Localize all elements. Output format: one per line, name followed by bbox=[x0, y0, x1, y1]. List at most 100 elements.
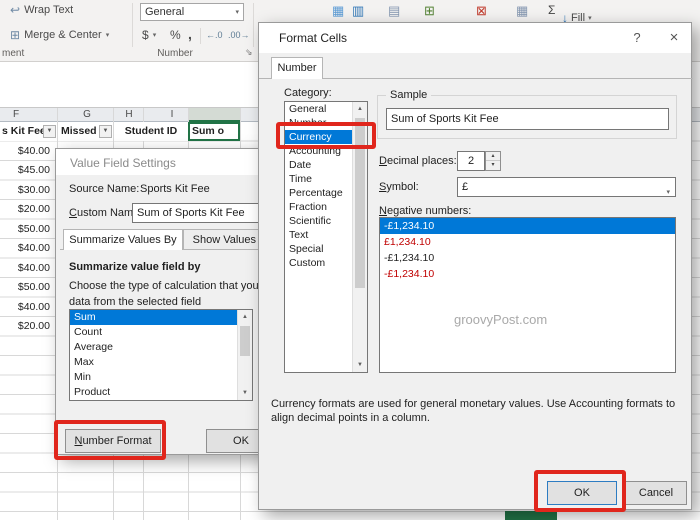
merge-center-label: Merge & Center bbox=[24, 29, 102, 41]
option-average[interactable]: Average bbox=[70, 340, 237, 355]
cancel-button[interactable]: Cancel bbox=[625, 481, 687, 505]
decimal-places-stepper: ▴ ▾ bbox=[485, 151, 501, 171]
annotation-currency bbox=[276, 122, 376, 149]
conditional-formatting-icon[interactable]: ▦ bbox=[332, 3, 344, 19]
cell-styles-icon[interactable]: ▤ bbox=[388, 3, 400, 19]
insert-cells-icon[interactable]: ⊞ bbox=[424, 3, 435, 19]
option-product[interactable]: Product bbox=[70, 385, 237, 400]
cell-value[interactable]: $20.00 bbox=[0, 317, 53, 336]
category-special[interactable]: Special bbox=[285, 242, 352, 256]
source-name-value: Sports Kit Fee bbox=[140, 183, 210, 195]
tab-number[interactable]: Number bbox=[271, 57, 323, 79]
wrap-text-label: Wrap Text bbox=[24, 4, 74, 16]
column-header-i[interactable]: I bbox=[164, 108, 180, 122]
category-scientific[interactable]: Scientific bbox=[285, 214, 352, 228]
scroll-down-icon[interactable]: ▼ bbox=[353, 358, 367, 372]
increase-decimal-icon: ←.0 bbox=[206, 30, 223, 40]
tab-divider bbox=[259, 78, 693, 79]
increase-decimal-button[interactable]: ←.0 bbox=[206, 30, 223, 40]
decrease-decimal-button[interactable]: .00→ bbox=[228, 30, 250, 40]
cell-value[interactable]: $30.00 bbox=[0, 181, 53, 200]
source-name-label: Source Name: bbox=[69, 183, 140, 195]
cell-value[interactable]: $45.00 bbox=[0, 161, 53, 180]
scroll-down-icon[interactable]: ▼ bbox=[238, 386, 252, 400]
autosum-icon[interactable]: Σ bbox=[548, 3, 555, 17]
cell-value[interactable]: $40.00 bbox=[0, 142, 53, 161]
decimal-places-label: Decimal places: bbox=[379, 155, 457, 167]
header-cell-label: Sum o bbox=[192, 125, 225, 137]
decimal-places-input[interactable]: 2 bbox=[457, 151, 485, 171]
selected-column-header[interactable] bbox=[188, 108, 240, 122]
column-header-f[interactable]: F bbox=[8, 108, 24, 122]
column-header-g[interactable]: G bbox=[79, 108, 95, 122]
option-count[interactable]: Count bbox=[70, 325, 237, 340]
filter-dropdown-icon[interactable]: ▼ bbox=[99, 125, 112, 138]
cell-value[interactable]: $40.00 bbox=[0, 259, 53, 278]
merge-center-icon: ⊞ bbox=[10, 28, 21, 42]
excel-window: ↩ Wrap Text ⊞ Merge & Center ▾ General ▾… bbox=[0, 0, 700, 520]
category-general[interactable]: General bbox=[285, 102, 352, 116]
negative-format-option[interactable]: -£1,234.10 bbox=[380, 250, 675, 266]
close-button[interactable]: × bbox=[661, 28, 687, 48]
cancel-label: Cancel bbox=[638, 487, 674, 499]
header-cell-label: Student ID bbox=[124, 125, 178, 137]
category-text[interactable]: Text bbox=[285, 228, 352, 242]
cell-value[interactable]: $40.00 bbox=[0, 298, 53, 317]
cell-value[interactable]: $50.00 bbox=[0, 220, 53, 239]
scroll-thumb[interactable] bbox=[240, 326, 250, 356]
cell-value[interactable]: $20.00 bbox=[0, 200, 53, 219]
selected-cell-sum-of[interactable]: Sum o bbox=[188, 122, 240, 141]
option-max[interactable]: Max bbox=[70, 355, 237, 370]
vfs-list-scrollbar[interactable]: ▲ ▼ bbox=[237, 310, 252, 400]
delete-cells-icon[interactable]: ⊠ bbox=[476, 3, 487, 19]
negative-numbers-label: Negative numbers: bbox=[379, 205, 472, 217]
stepper-up-icon[interactable]: ▴ bbox=[486, 152, 500, 161]
symbol-select[interactable]: £ ▾ bbox=[457, 177, 676, 197]
negative-format-option[interactable]: -£1,234.10 bbox=[380, 266, 675, 282]
scroll-up-icon[interactable]: ▲ bbox=[238, 310, 252, 324]
chevron-down-icon: ▾ bbox=[588, 15, 592, 22]
option-min[interactable]: Min bbox=[70, 370, 237, 385]
tab-summarize-values-by[interactable]: Summarize Values By bbox=[63, 229, 183, 250]
category-date[interactable]: Date bbox=[285, 158, 352, 172]
merge-center-button[interactable]: ⊞ Merge & Center ▾ bbox=[10, 28, 109, 42]
column-header-h[interactable]: H bbox=[121, 108, 137, 122]
category-time[interactable]: Time bbox=[285, 172, 352, 186]
cell-value[interactable]: $50.00 bbox=[0, 278, 53, 297]
sample-group: Sample Sum of Sports Kit Fee bbox=[377, 89, 677, 139]
format-as-table-icon[interactable]: ▥ bbox=[352, 3, 364, 19]
summarize-options-list: Sum Count Average Max Min Product ▲ ▼ bbox=[69, 309, 253, 401]
header-cell-sports-kit-fee[interactable]: s Kit Fee ▼ bbox=[0, 122, 57, 141]
format-cells-dialog: Format Cells ? × Number Category: Genera… bbox=[258, 22, 693, 510]
cell-value[interactable]: $40.00 bbox=[0, 239, 53, 258]
scroll-up-icon[interactable]: ▲ bbox=[353, 102, 367, 116]
wrap-text-button[interactable]: ↩ Wrap Text bbox=[10, 3, 73, 17]
category-label: Category: bbox=[284, 87, 332, 99]
format-cells-icon[interactable]: ▦ bbox=[516, 3, 528, 19]
header-cell-missed-c[interactable]: Missed C ▼ bbox=[58, 122, 113, 141]
vfs-description-line1: Choose the type of calculation that you … bbox=[69, 280, 285, 292]
fc-title: Format Cells bbox=[279, 31, 348, 45]
chevron-down-icon: ▾ bbox=[152, 32, 157, 39]
decrease-decimal-icon: .00→ bbox=[228, 30, 250, 40]
negative-format-option[interactable]: £1,234.10 bbox=[380, 234, 675, 250]
negative-format-option[interactable]: -£1,234.10 bbox=[380, 218, 675, 234]
option-sum[interactable]: Sum bbox=[70, 310, 237, 325]
help-button[interactable]: ? bbox=[625, 28, 649, 48]
category-fraction[interactable]: Fraction bbox=[285, 200, 352, 214]
percent-icon: % bbox=[170, 28, 181, 42]
number-dialog-launcher[interactable]: ⇘ bbox=[245, 47, 253, 58]
green-cell-fragment bbox=[505, 511, 557, 520]
accounting-format-button[interactable]: $ ▾ bbox=[142, 28, 156, 42]
category-percentage[interactable]: Percentage bbox=[285, 186, 352, 200]
number-format-select[interactable]: General ▾ bbox=[140, 3, 244, 21]
category-custom[interactable]: Custom bbox=[285, 256, 352, 270]
comma-style-button[interactable]: , bbox=[188, 26, 192, 42]
percent-style-button[interactable]: % bbox=[170, 28, 181, 42]
header-cell-student-id[interactable]: Student ID bbox=[114, 122, 188, 141]
stepper-down-icon[interactable]: ▾ bbox=[486, 161, 500, 170]
filter-dropdown-icon[interactable]: ▼ bbox=[43, 125, 56, 138]
watermark: groovyPost.com bbox=[454, 312, 548, 327]
sample-group-label: Sample bbox=[386, 89, 432, 101]
fc-titlebar[interactable]: Format Cells ? × bbox=[259, 23, 691, 53]
